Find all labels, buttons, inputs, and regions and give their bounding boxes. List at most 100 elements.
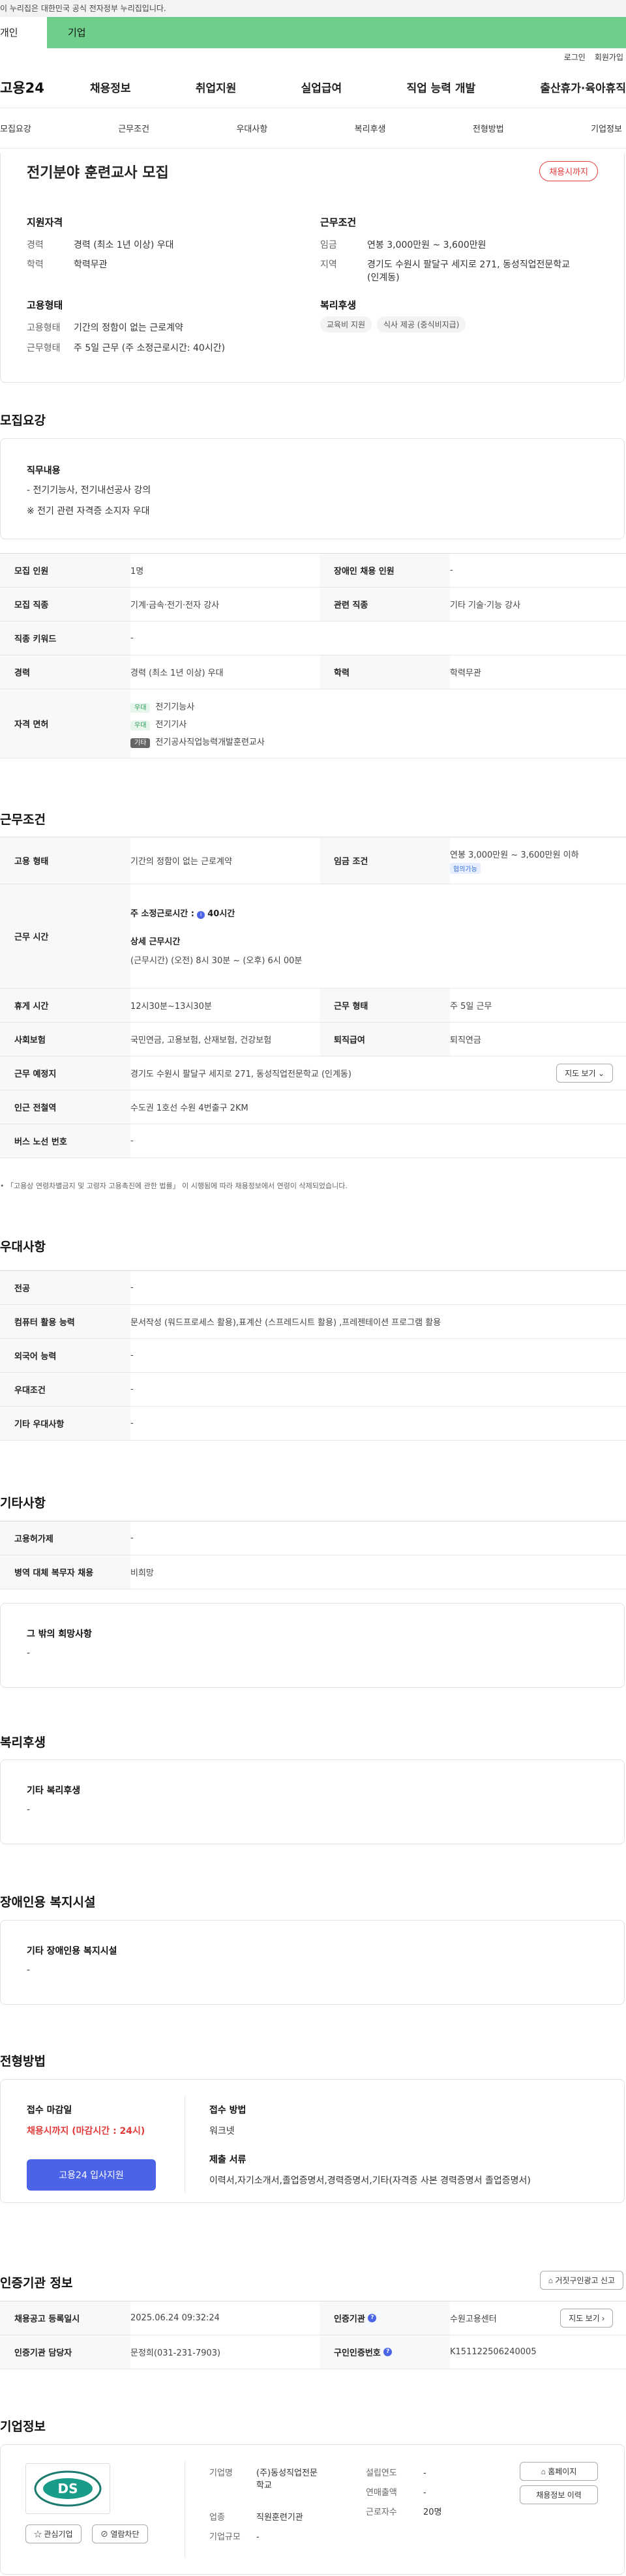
- tab-work[interactable]: 근무조건: [118, 122, 149, 134]
- cond-heading: 근무조건: [320, 217, 357, 228]
- th: 장애인 채용 인원: [320, 554, 450, 587]
- emp-type: 고용형태 기간의 정함이 없는 근로계약: [27, 323, 183, 333]
- login-link[interactable]: 로그인: [564, 48, 586, 67]
- gnb-unemployment-benefit[interactable]: 실업급여: [290, 79, 354, 95]
- th: 버스 노선 번호: [0, 1124, 130, 1158]
- td: -: [130, 1136, 134, 1146]
- td: -: [130, 1385, 134, 1394]
- signup-link[interactable]: 회원가입: [595, 48, 623, 67]
- th: 경력: [0, 655, 130, 689]
- tab-welfare[interactable]: 복리후생: [355, 122, 386, 134]
- th: 채용공고 등록일시: [0, 2301, 130, 2335]
- info-icon[interactable]: ?: [383, 2348, 393, 2356]
- qual-heading: 지원자격: [27, 217, 63, 228]
- homepage-button[interactable]: ⌂ 홈페이지: [520, 2462, 598, 2481]
- td: 비희망: [130, 1568, 154, 1578]
- td: 12시30분~13시30분: [130, 1002, 212, 1011]
- welfare-title: 복리후생: [0, 1735, 46, 1750]
- tab-screening[interactable]: 전형방법: [473, 122, 504, 134]
- tab-company[interactable]: 기업: [47, 17, 626, 48]
- info-icon[interactable]: ?: [368, 2314, 377, 2322]
- agency-title: 인증기관 정보: [0, 2276, 73, 2290]
- th: 컴퓨터 활용 능력: [0, 1305, 130, 1338]
- td: K151122506240005: [450, 2347, 537, 2357]
- deadline-value: 채용시까지 (마감시간 : 24시): [27, 2126, 145, 2136]
- th: 직종 키워드: [0, 622, 130, 655]
- tab-company[interactable]: 기업정보: [591, 122, 622, 134]
- td: -: [450, 565, 453, 575]
- welfare-card: 기타 복리후생 -: [0, 1760, 625, 1844]
- company-logo: DS: [25, 2463, 110, 2514]
- info-icon[interactable]: i: [197, 911, 205, 919]
- docs-heading: 제출 서류: [209, 2155, 246, 2165]
- org-cell: 수원고용센터 지도 보기 ›: [450, 2301, 626, 2335]
- th: 고용 형태: [0, 837, 130, 884]
- td: 주 5일 근무: [450, 1002, 492, 1011]
- duty-note: ※ 전기 관련 자격증 소지자 우대: [27, 506, 150, 517]
- area: 지역 경기도 수원시 팔달구 세지로 271, 동성직업전문학교 (인계동): [320, 260, 571, 283]
- job-history-button[interactable]: 채용정보 이력: [520, 2485, 598, 2504]
- screen-title: 전형방법: [0, 2054, 46, 2069]
- recruit-table: 모집 인원 1명 장애인 채용 인원 - 모집 직종 기계·금속·전기·전자 강사 관련 …: [0, 553, 626, 758]
- company-sales: 연매출액 -: [366, 2488, 426, 2498]
- company-name: 기업명 (주)동성직업전문학교: [209, 2468, 318, 2491]
- wage-cell: 연봉 3,000만원 ~ 3,600만원 이하 협의가능: [450, 850, 579, 874]
- method-value: 워크넷: [209, 2126, 235, 2136]
- agency-table: 채용공고 등록일시 2025.06.24 09:32:24 인증기관 ? 수원고용센터…: [0, 2301, 626, 2369]
- td: 1명: [130, 567, 144, 577]
- gnb-parental-leave[interactable]: 출산휴가·육아휴직: [528, 79, 626, 95]
- td: -: [130, 1283, 134, 1293]
- tab-recruit[interactable]: 모집요강: [0, 122, 31, 134]
- disab-title: 장애인용 복지시설: [0, 1895, 96, 1910]
- util-menu: 로그인 회원가입: [0, 48, 626, 67]
- work-table: 고용 형태 기간의 정함이 없는 근로계약 임금 조건 연봉 3,000만원 ~ 3…: [0, 837, 626, 1158]
- gnb-employment-support[interactable]: 취업지원: [184, 79, 248, 95]
- td: 기타 기술·기능 강사: [450, 601, 521, 610]
- th: 모집 직종: [0, 588, 130, 621]
- th: 퇴직급여: [320, 1023, 450, 1056]
- work-title: 근무조건: [0, 813, 46, 827]
- age-note: • 「고용상 연령차별금지 및 고령자 고용촉진에 관한 법률」 이 시행됨에 …: [0, 1182, 348, 1190]
- global-nav: 고용24 채용정보 취업지원 실업급여 직업 능력 개발 출산휴가·육아휴직: [0, 67, 626, 108]
- docs-value: 이력서,자기소개서,졸업증명서,경력증명서,기타(자격증 사본 경력증명서 졸업…: [209, 2176, 531, 2186]
- career: 경력 경력 (최소 1년 이상) 우대: [27, 240, 174, 250]
- etc-table: 고용허가제 - 병역 대체 복무자 채용 비희망: [0, 1521, 626, 1589]
- td: 학력무관: [450, 668, 481, 678]
- th: 인근 전철역: [0, 1090, 130, 1124]
- etc-title: 기타사항: [0, 1496, 46, 1510]
- th: 사회보험: [0, 1023, 130, 1056]
- company-scale: 기업규모 -: [209, 2532, 260, 2542]
- block-view-button[interactable]: ⊘ 열람차단: [92, 2524, 148, 2543]
- agency-map-button[interactable]: 지도 보기 ›: [560, 2309, 613, 2328]
- wage: 임금 연봉 3,000만원 ~ 3,600만원: [320, 240, 486, 250]
- th: 휴게 시간: [0, 989, 130, 1022]
- tab-pref[interactable]: 우대사항: [236, 122, 267, 134]
- th: 근무 예정지: [0, 1056, 130, 1090]
- chip: 교육비 지원: [320, 316, 372, 333]
- td: -: [130, 633, 134, 643]
- pref-title: 우대사항: [0, 1240, 46, 1254]
- map-button[interactable]: 지도 보기 ⌄: [556, 1064, 613, 1083]
- svg-text:DS: DS: [57, 2481, 78, 2496]
- screen-card: 접수 마감일 채용시까지 (마감시간 : 24시) 고용24 입사지원 접수 방…: [0, 2079, 625, 2203]
- th: 인증기관 ?: [320, 2301, 450, 2335]
- td: -: [130, 1533, 134, 1543]
- welfare-heading: 기타 복리후생: [27, 1786, 81, 1796]
- tab-personal[interactable]: 개인: [0, 17, 47, 48]
- info-icon: •: [0, 1182, 7, 1190]
- td: 문서작성 (워드프로세스 활용),표계산 (스프레드시트 활용) ,프레젠테이션…: [130, 1318, 441, 1328]
- favorite-company-button[interactable]: ☆ 관심기업: [25, 2524, 82, 2543]
- chevron-down-icon: ⌄: [597, 1069, 604, 1078]
- company-industry: 업종 직원훈련기관: [209, 2513, 303, 2523]
- td: -: [130, 1418, 134, 1428]
- gnb-vocational-training[interactable]: 직업 능력 개발: [395, 79, 487, 95]
- gnb-jobs[interactable]: 채용정보: [78, 79, 143, 95]
- th: 병역 대체 복무자 채용: [0, 1555, 130, 1589]
- company-card: DS ☆ 관심기업 ⊘ 열람차단 기업명 (주)동성직업전문학교 업종 직원훈련기관…: [0, 2444, 625, 2575]
- site-logo[interactable]: 고용24: [0, 78, 78, 97]
- user-type-tabs: 개인 기업: [0, 17, 626, 48]
- td: 2025.06.24 09:32:24: [130, 2313, 220, 2323]
- td: 기간의 정함이 없는 근로계약: [130, 857, 232, 867]
- apply-button[interactable]: 고용24 입사지원: [27, 2159, 156, 2191]
- report-button[interactable]: ⌂ 거짓구인광고 신고: [539, 2271, 623, 2290]
